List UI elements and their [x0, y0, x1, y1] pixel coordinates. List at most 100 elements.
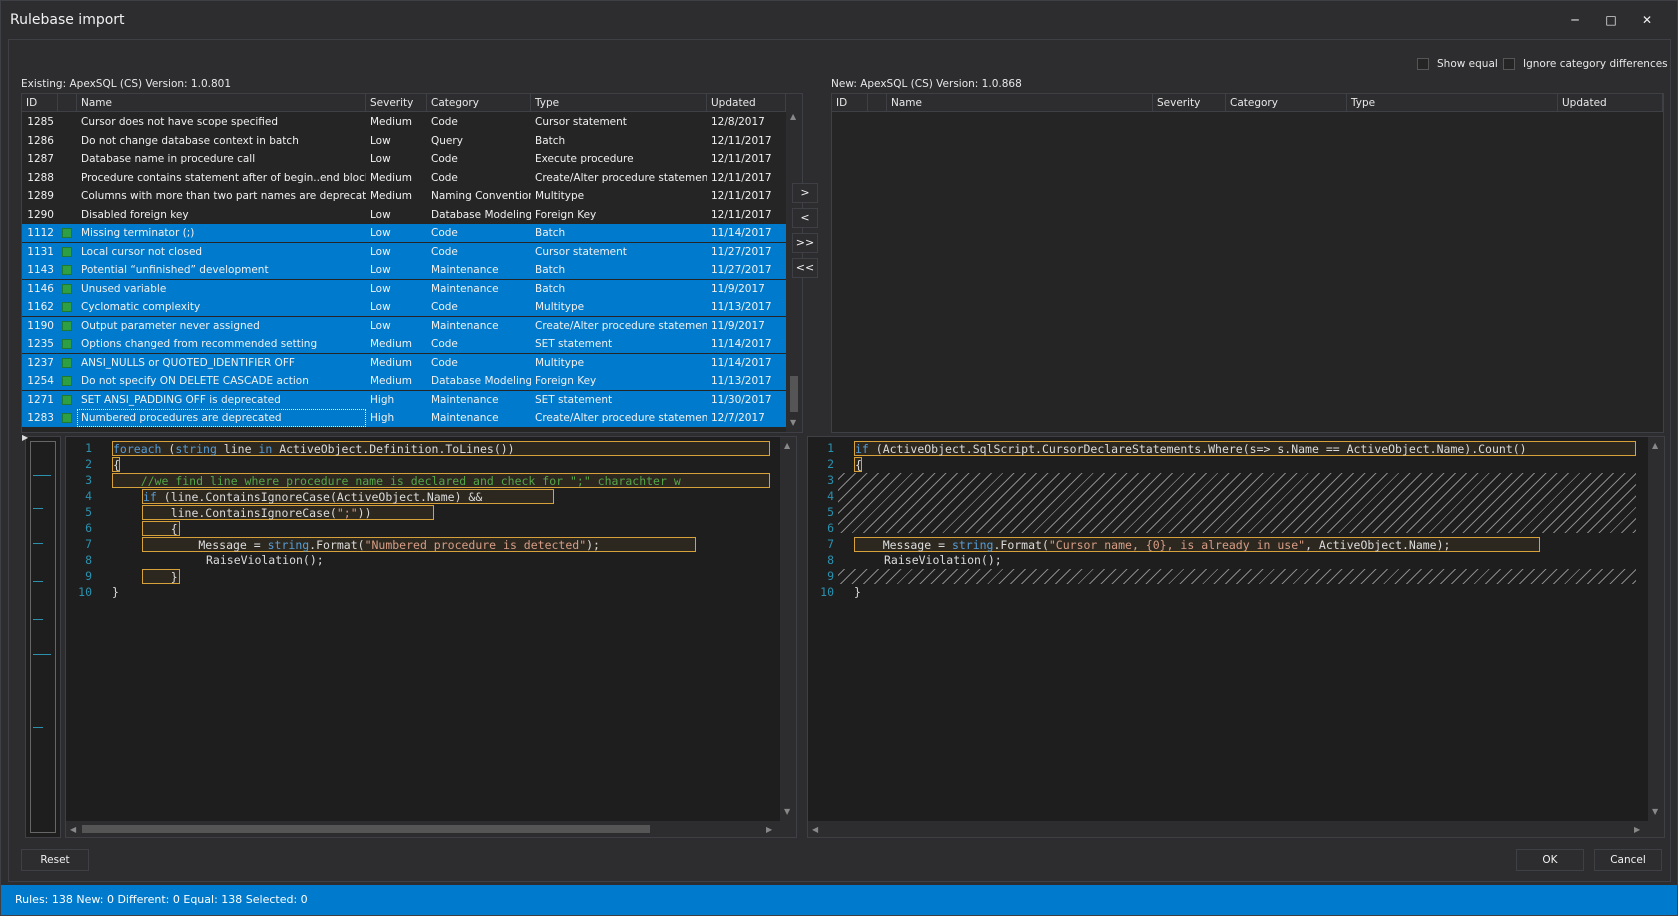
move-all-left-button[interactable]: << — [792, 258, 818, 278]
code-line-6[interactable]: { — [142, 521, 180, 536]
existing-label: Existing: ApexSQL (CS) Version: 1.0.801 — [21, 78, 232, 90]
maximize-icon[interactable]: □ — [1599, 9, 1623, 31]
cell-updated: 11/9/2017 — [711, 319, 765, 332]
include-marker-icon — [62, 246, 72, 257]
move-all-right-button[interactable]: >> — [792, 233, 818, 253]
col-id[interactable]: ID — [22, 94, 58, 112]
cell-id: 1254 — [27, 375, 54, 387]
table-row[interactable]: 1254 Do not specify ON DELETE CASCADE act… — [22, 372, 786, 390]
reset-button[interactable]: Reset — [21, 849, 89, 871]
code-line-9[interactable]: } — [142, 569, 180, 584]
table-row[interactable]: 1112 Missing terminator (;) Low Code Batch 11… — [22, 224, 786, 242]
table-row[interactable]: 1285 Cursor does not have scope specified… — [22, 113, 786, 131]
move-left-button[interactable]: < — [792, 208, 818, 228]
existing-editor-hscroll[interactable]: ◀ ▶ — [66, 821, 796, 837]
move-right-button[interactable]: > — [792, 183, 818, 203]
new-editor-vscroll[interactable]: ▲ ▼ — [1648, 437, 1664, 821]
title-bar: Rulebase import ─ □ ✕ — [1, 1, 1677, 39]
col-updated[interactable]: Updated — [707, 94, 786, 112]
cell-category: Query — [431, 134, 463, 147]
cell-id: 1285 — [27, 116, 54, 128]
new-col-id[interactable]: ID — [832, 94, 868, 112]
table-row[interactable]: 1289 Columns with more than two part name… — [22, 187, 786, 205]
existing-rules-grid[interactable]: ID Name Severity Category Type Updated 1… — [21, 93, 803, 433]
window-title: Rulebase import — [10, 12, 125, 28]
scroll-up-icon[interactable]: ▲ — [784, 441, 790, 450]
table-row[interactable]: 1237 ANSI_NULLS or QUOTED_IDENTIFIER OFF M… — [22, 353, 786, 372]
new-code-line-10[interactable]: } — [854, 585, 861, 600]
cell-type: SET statement — [535, 393, 613, 406]
code-line-3[interactable]: //we find line where procedure name is d… — [112, 473, 770, 488]
hscroll-thumb[interactable] — [82, 825, 650, 833]
code-line-8[interactable]: RaiseViolation(); — [206, 553, 324, 568]
minimize-icon[interactable]: ─ — [1563, 9, 1587, 31]
new-code-line-1[interactable]: if (ActiveObject.SqlScript.CursorDeclare… — [854, 441, 1636, 456]
include-marker-icon — [62, 413, 72, 423]
new-col-category[interactable]: Category — [1226, 94, 1347, 112]
new-rules-grid[interactable]: ID Name Severity Category Type Updated — [831, 93, 1664, 433]
table-row[interactable]: 1131 Local cursor not closed Low Code Cursor… — [22, 242, 786, 261]
scroll-up-icon[interactable]: ▲ — [790, 112, 796, 121]
col-type[interactable]: Type — [531, 94, 707, 112]
cell-type: Foreign Key — [535, 208, 597, 221]
ok-button[interactable]: OK — [1516, 849, 1584, 871]
cell-type: Batch — [535, 264, 566, 276]
table-row[interactable]: 1162 Cyclomatic complexity Low Code Multityp… — [22, 298, 786, 316]
new-col-type[interactable]: Type — [1347, 94, 1558, 112]
col-mark[interactable] — [58, 94, 77, 112]
new-col-mark[interactable] — [868, 94, 887, 112]
close-icon[interactable]: ✕ — [1635, 9, 1659, 31]
cell-updated: 11/14/2017 — [711, 356, 772, 369]
cell-category: Code — [431, 338, 458, 350]
code-line-2[interactable]: { — [112, 457, 120, 472]
table-row[interactable]: 1288 Procedure contains statement after o… — [22, 169, 786, 187]
existing-editor-vscroll[interactable]: ▲ ▼ — [780, 437, 796, 821]
col-severity[interactable]: Severity — [366, 94, 427, 112]
existing-rule-code-editor[interactable]: 1 2 3 4 5 6 7 8 9 10 foreach (string line in Acti… — [65, 436, 797, 838]
cancel-button[interactable]: Cancel — [1594, 849, 1662, 871]
code-line-10[interactable]: } — [112, 585, 119, 600]
scroll-down-icon[interactable]: ▼ — [1652, 807, 1658, 816]
scroll-down-icon[interactable]: ▼ — [784, 807, 790, 816]
diff-overview-gutter[interactable] — [25, 436, 61, 838]
scroll-right-icon[interactable]: ▶ — [766, 825, 772, 834]
table-row[interactable]: 1143 Potential “unfinished” development Lo… — [22, 261, 786, 279]
scroll-thumb[interactable] — [790, 376, 798, 412]
new-col-severity[interactable]: Severity — [1153, 94, 1226, 112]
cell-severity: Medium — [370, 190, 412, 202]
scroll-right-icon[interactable]: ▶ — [1634, 825, 1640, 834]
code-line-1[interactable]: foreach (string line in ActiveObject.Def… — [112, 441, 770, 456]
new-code-line-8[interactable]: RaiseViolation(); — [884, 553, 1002, 568]
show-equal-checkbox[interactable] — [1417, 58, 1429, 70]
table-row[interactable]: 1283 Numbered procedures are deprecated Hi… — [22, 409, 786, 427]
line-number: 4 — [827, 489, 834, 503]
new-col-updated[interactable]: Updated — [1558, 94, 1663, 112]
table-row[interactable]: 1146 Unused variable Low Maintenance Batch 11… — [22, 279, 786, 298]
cell-severity: Medium — [370, 171, 412, 184]
table-row[interactable]: 1190 Output parameter never assigned Low Ma… — [22, 316, 786, 335]
code-line-4[interactable]: if (line.ContainsIgnoreCase(ActiveObject… — [142, 489, 554, 504]
table-row[interactable]: 1286 Do not change database context in ba… — [22, 132, 786, 150]
col-category[interactable]: Category — [427, 94, 531, 112]
cell-type: Cursor statement — [535, 245, 627, 258]
scroll-left-icon[interactable]: ◀ — [70, 825, 76, 834]
new-code-line-7[interactable]: Message = string.Format("Cursor name, {0… — [854, 537, 1540, 552]
scroll-up-icon[interactable]: ▲ — [1652, 441, 1658, 450]
code-line-5[interactable]: line.ContainsIgnoreCase(";")) — [142, 505, 434, 520]
line-number: 1 — [827, 441, 834, 455]
scroll-left-icon[interactable]: ◀ — [812, 825, 818, 834]
col-name[interactable]: Name — [77, 94, 366, 112]
new-code-line-2[interactable]: { — [854, 457, 862, 472]
code-line-7[interactable]: Message = string.Format("Numbered proced… — [142, 537, 696, 552]
table-row[interactable]: 1287 Database name in procedure call Low Co… — [22, 150, 786, 168]
new-editor-hscroll[interactable]: ◀ ▶ — [808, 821, 1664, 837]
table-row[interactable]: 1271 SET ANSI_PADDING OFF is deprecated Hi… — [22, 390, 786, 409]
new-col-name[interactable]: Name — [887, 94, 1153, 112]
table-row[interactable]: 1290 Disabled foreign key Low Database Mode… — [22, 206, 786, 224]
scroll-down-icon[interactable]: ▼ — [790, 418, 796, 427]
cell-updated: 11/13/2017 — [711, 375, 772, 387]
new-rule-code-editor[interactable]: 1 2 3 4 5 6 7 8 9 10 if (ActiveObject.SqlScript.C… — [807, 436, 1665, 838]
table-row[interactable]: 1235 Options changed from recommended set… — [22, 335, 786, 353]
ignore-category-checkbox[interactable] — [1503, 58, 1515, 70]
cell-updated: 11/14/2017 — [711, 338, 772, 350]
